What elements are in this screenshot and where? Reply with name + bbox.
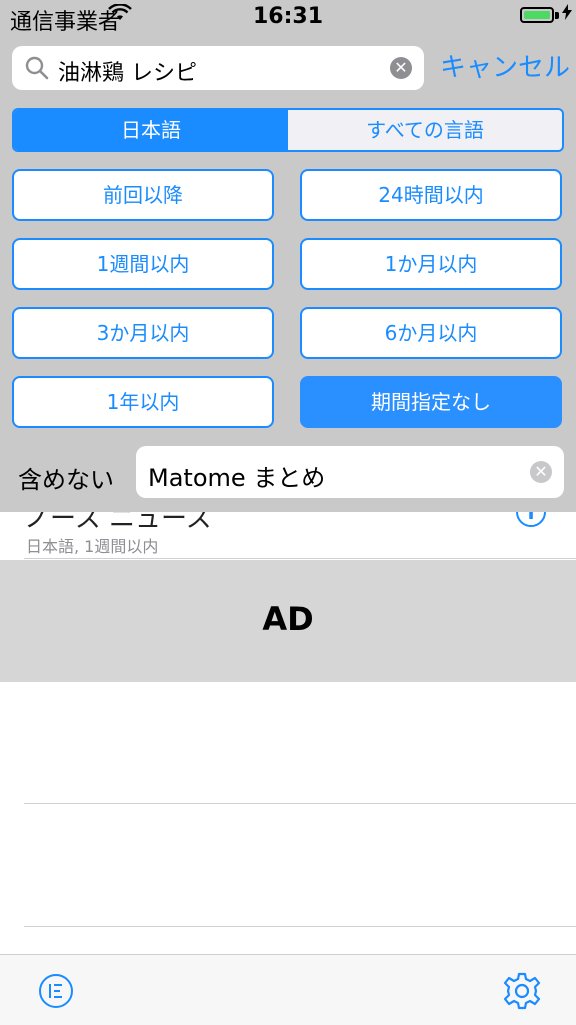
gear-icon[interactable] bbox=[502, 971, 542, 1011]
segment-all-languages[interactable]: すべての言語 bbox=[288, 110, 562, 150]
tab-bar bbox=[0, 954, 576, 1025]
battery-icon bbox=[520, 7, 554, 23]
cancel-button[interactable]: キャンセル bbox=[440, 46, 570, 90]
row-divider bbox=[24, 803, 576, 804]
list-item[interactable]: ノース ニュース 日本語, 1週間以内 i bbox=[0, 512, 576, 560]
segment-japanese[interactable]: 日本語 bbox=[14, 110, 288, 150]
status-bar: 通信事業者 16:31 bbox=[0, 0, 576, 35]
info-icon[interactable]: i bbox=[516, 512, 546, 527]
exclude-input[interactable]: Matome まとめ ✕ bbox=[136, 446, 564, 498]
list-icon[interactable] bbox=[38, 973, 74, 1009]
period-1month-button[interactable]: 1か月以内 bbox=[300, 238, 562, 290]
exclude-label: 含めない bbox=[18, 466, 114, 494]
search-icon bbox=[24, 55, 50, 81]
battery-tip bbox=[555, 12, 559, 19]
language-segmented-control: 日本語 すべての言語 bbox=[12, 108, 564, 152]
period-3month-button[interactable]: 3か月以内 bbox=[12, 307, 274, 359]
row-divider bbox=[24, 926, 576, 927]
ad-banner[interactable]: AD bbox=[0, 560, 576, 682]
exclude-clear-icon[interactable]: ✕ bbox=[530, 461, 552, 483]
charging-icon bbox=[562, 4, 572, 24]
period-1year-button[interactable]: 1年以内 bbox=[12, 376, 274, 428]
search-input[interactable]: 油淋鶏 レシピ ✕ bbox=[12, 46, 424, 90]
search-filter-panel: 油淋鶏 レシピ ✕ キャンセル 日本語 すべての言語 前回以降 24時間以内 1… bbox=[0, 32, 576, 512]
exclude-value: Matome まとめ bbox=[148, 464, 326, 492]
period-6month-button[interactable]: 6か月以内 bbox=[300, 307, 562, 359]
row-divider bbox=[24, 558, 576, 559]
period-none-button[interactable]: 期間指定なし bbox=[300, 376, 562, 428]
search-query: 油淋鶏 レシピ bbox=[58, 61, 197, 86]
period-24h-button[interactable]: 24時間以内 bbox=[300, 169, 562, 221]
list-item-subtitle: 日本語, 1週間以内 bbox=[26, 537, 159, 556]
list-item-title: ノース ニュース bbox=[24, 512, 212, 534]
clear-icon[interactable]: ✕ bbox=[390, 57, 412, 79]
period-since-last-button[interactable]: 前回以降 bbox=[12, 169, 274, 221]
period-1week-button[interactable]: 1週間以内 bbox=[12, 238, 274, 290]
clock: 16:31 bbox=[252, 4, 324, 29]
